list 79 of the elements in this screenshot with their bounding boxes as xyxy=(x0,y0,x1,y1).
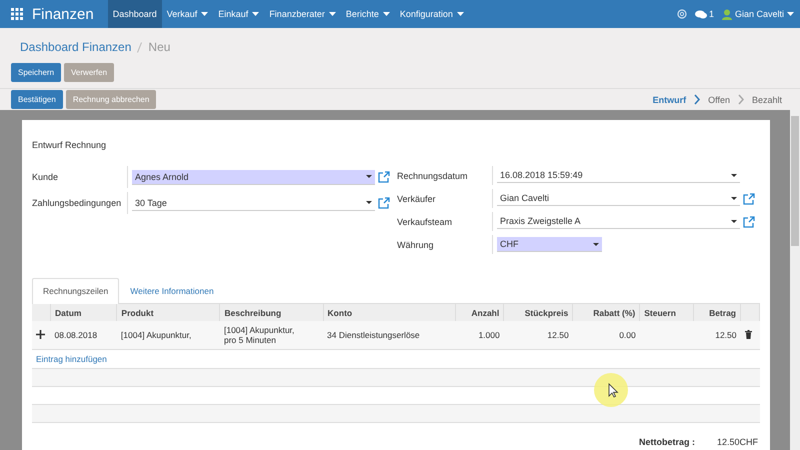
app-title: Finanzen xyxy=(32,6,94,22)
dropdown-field[interactable]: Praxis Zweigstelle A xyxy=(497,214,740,229)
caret-icon xyxy=(787,12,794,16)
caret-icon xyxy=(731,196,737,200)
external-link-icon[interactable] xyxy=(743,192,755,204)
column-header: Anzahl xyxy=(455,304,504,321)
caret-icon xyxy=(382,12,390,16)
dropdown-field[interactable]: Agnes Arnold xyxy=(132,170,375,184)
menu-item[interactable]: Verkauf xyxy=(162,0,214,28)
caret-icon xyxy=(328,12,336,16)
caret-icon xyxy=(366,175,372,178)
message-count: 1 xyxy=(708,9,714,19)
table-cell: [1004] Akupunktur, xyxy=(116,321,220,350)
field-label: Zahlungsbedingungen xyxy=(32,198,122,208)
stage-step: Offen xyxy=(708,94,730,104)
table-cell: [1004] Akupunktur, pro 5 Minuten xyxy=(220,321,324,350)
form-title: Entwurf Rechnung xyxy=(32,140,108,150)
secondary-button[interactable]: Rechnung abbrechen xyxy=(66,90,156,109)
external-link-icon[interactable] xyxy=(378,197,390,209)
caret-icon xyxy=(731,174,737,176)
external-link-icon[interactable] xyxy=(378,171,390,183)
column-header: Steuern xyxy=(640,304,694,321)
dropdown-field[interactable]: CHF xyxy=(497,237,602,252)
apps-grid-icon xyxy=(11,8,23,20)
caret-icon xyxy=(731,220,737,222)
menu-item[interactable]: Finanzberater xyxy=(264,0,341,28)
caret-icon xyxy=(366,201,372,204)
menu-item[interactable]: Einkauf xyxy=(213,0,264,28)
caret-icon xyxy=(456,12,464,16)
user-avatar-icon xyxy=(722,8,732,20)
column-header: Datum xyxy=(50,304,117,321)
chevron-icon xyxy=(738,94,744,105)
column-header: Konto xyxy=(323,304,456,321)
column-header: Produkt xyxy=(116,304,220,321)
table-cell: 12.50 xyxy=(504,321,573,350)
breadcrumb-current: Neu xyxy=(148,40,170,54)
slash-icon xyxy=(137,42,142,52)
messages-button[interactable]: 1 xyxy=(694,9,714,19)
field-label: Verkaufsteam xyxy=(397,216,454,226)
dropdown-field[interactable]: 16.08.2018 15:59:49 xyxy=(497,168,740,183)
menu-item[interactable]: Konfiguration xyxy=(394,0,469,28)
stage-step: Bezahlt xyxy=(752,94,782,104)
total-label: Nettobetrag : xyxy=(638,437,695,447)
table-cell: 08.08.2018 xyxy=(50,321,117,350)
column-header: Rabatt (%) xyxy=(572,304,640,321)
caret-icon xyxy=(201,12,208,16)
chevron-icon xyxy=(694,94,700,105)
chat-bubbles-icon xyxy=(694,10,707,18)
field-label: Verkäufer xyxy=(397,194,437,204)
tab[interactable]: Weitere Informationen xyxy=(119,278,225,303)
column-header: Stückpreis xyxy=(504,304,573,321)
field-label: Währung xyxy=(397,240,435,250)
table-cell: 1.000 xyxy=(455,321,504,350)
move-handle-icon xyxy=(36,330,45,338)
total-value: 12.50CHF xyxy=(716,437,758,447)
menu-item[interactable]: Berichte xyxy=(340,0,395,28)
table-cell: 34 Dienstleistungserlöse xyxy=(323,321,456,350)
external-link-icon[interactable] xyxy=(743,216,755,228)
breadcrumb-link[interactable]: Dashboard Finanzen xyxy=(20,40,132,54)
scrollbar[interactable] xyxy=(790,110,800,450)
caret-icon xyxy=(252,12,260,16)
secondary-button[interactable]: Verwerfen xyxy=(64,63,114,82)
stage-step: Entwurf xyxy=(652,94,686,104)
table-cell: 0.00 xyxy=(572,321,640,350)
tab[interactable]: Rechnungszeilen xyxy=(32,278,120,304)
primary-button[interactable]: Bestätigen xyxy=(11,90,63,109)
field-label: Rechnungsdatum xyxy=(397,170,469,180)
field-label: Kunde xyxy=(32,172,60,182)
add-line-link[interactable]: Eintrag hinzufügen xyxy=(36,354,107,364)
primary-button[interactable]: Speichern xyxy=(11,63,62,82)
user-menu[interactable]: Gian Cavelti xyxy=(722,8,794,20)
caret-icon xyxy=(593,242,599,246)
dropdown-field[interactable]: 30 Tage xyxy=(132,196,375,210)
dropdown-field[interactable]: Gian Cavelti xyxy=(497,191,740,206)
menu-item[interactable]: Dashboard xyxy=(108,0,162,28)
column-header: Beschreibung xyxy=(220,304,324,321)
table-cell: 12.50 xyxy=(693,321,740,350)
column-header: Betrag xyxy=(693,304,740,321)
trash-icon[interactable] xyxy=(744,330,752,338)
